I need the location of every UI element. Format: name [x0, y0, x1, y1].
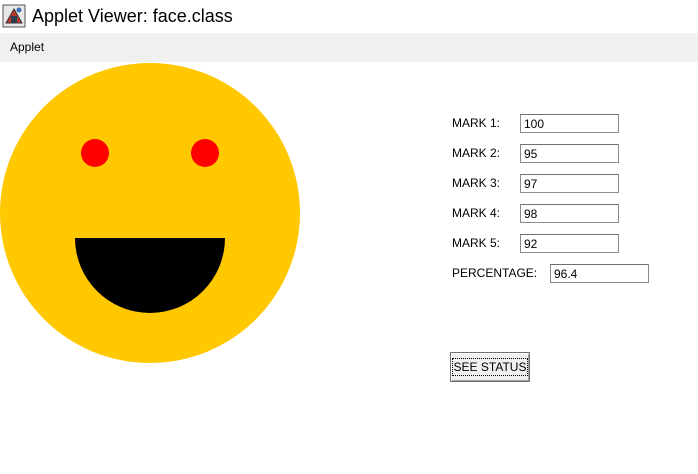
menu-item-applet[interactable]: Applet — [4, 38, 50, 56]
mark-4-label: MARK 4: — [452, 206, 501, 220]
see-status-button-label: SEE STATUS — [451, 358, 529, 376]
smiley-face — [0, 63, 300, 363]
mark-5-field[interactable] — [520, 234, 619, 253]
mark-5-label: MARK 5: — [452, 236, 501, 250]
window-title: Applet Viewer: face.class — [32, 6, 233, 26]
menu-bar: Applet — [0, 33, 698, 62]
mark-4-field[interactable] — [520, 204, 619, 223]
mark-1-field[interactable] — [520, 114, 619, 133]
percentage-label: PERCENTAGE: — [452, 266, 538, 280]
title-bar[interactable]: Applet Viewer: face.class — [0, 0, 698, 33]
mark-3-field[interactable] — [520, 174, 619, 193]
applet-viewer-window: Applet Viewer: face.class Applet MARK 1:… — [0, 0, 698, 474]
percentage-field[interactable] — [550, 264, 649, 283]
see-status-button[interactable]: SEE STATUS — [450, 352, 530, 382]
mark-2-label: MARK 2: — [452, 146, 501, 160]
java-applet-icon — [2, 4, 26, 28]
mark-3-label: MARK 3: — [452, 176, 501, 190]
left-eye — [81, 139, 109, 167]
mark-2-field[interactable] — [520, 144, 619, 163]
face-head — [0, 63, 300, 363]
mark-1-label: MARK 1: — [452, 116, 501, 130]
applet-canvas: MARK 1: MARK 2: MARK 3: MARK 4: MARK 5: … — [0, 62, 698, 474]
right-eye — [191, 139, 219, 167]
